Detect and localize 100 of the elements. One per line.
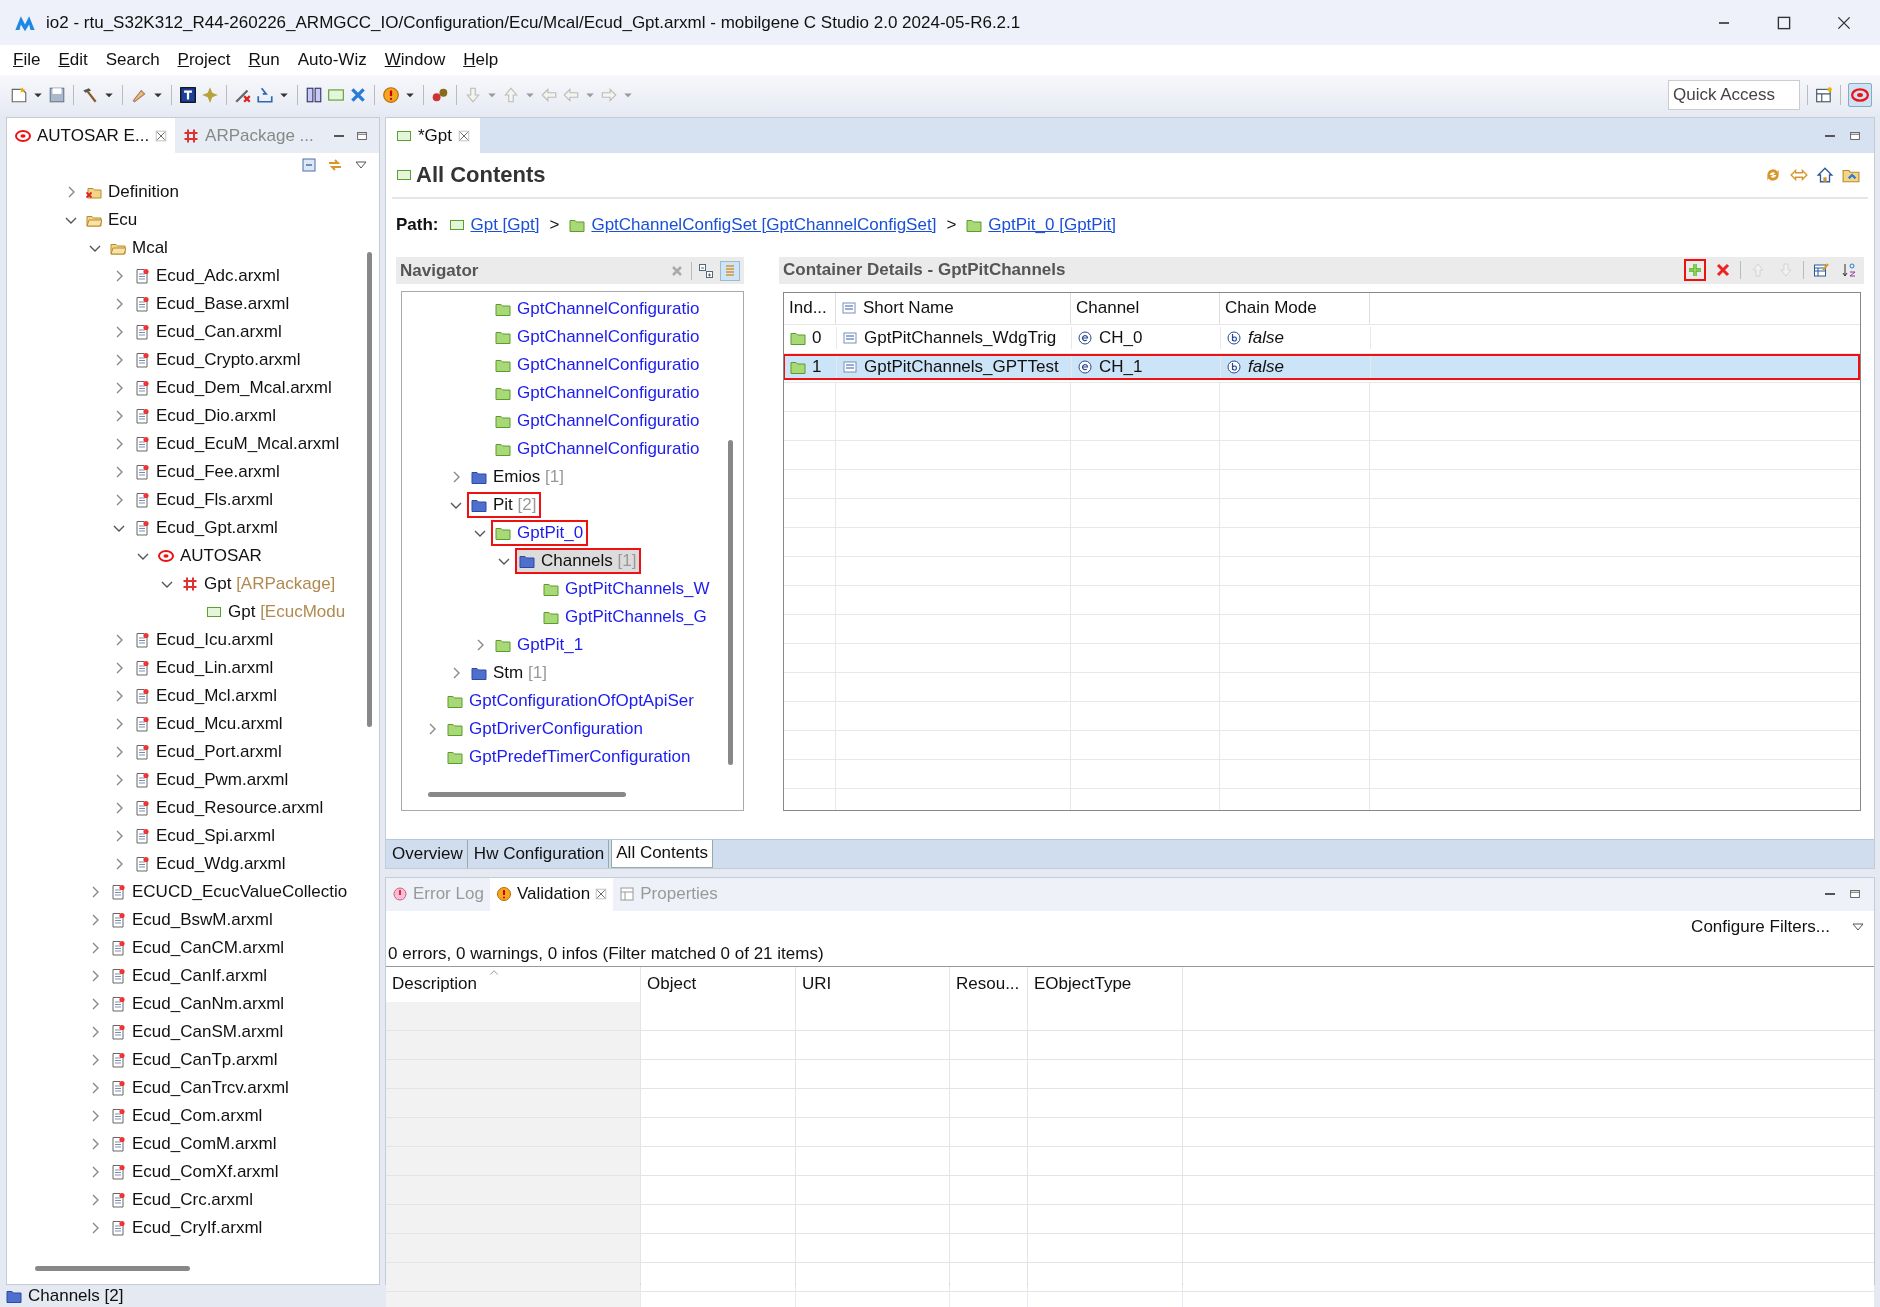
tree-item[interactable]: GptPredefTimerConfiguration: [443, 744, 696, 770]
link-icon[interactable]: [327, 157, 343, 173]
tree-item[interactable]: Emios [1]: [467, 464, 569, 490]
hammer-icon[interactable]: [81, 86, 99, 104]
column-header[interactable]: Channel: [1071, 292, 1220, 324]
collapse-all-icon[interactable]: [301, 157, 317, 173]
column-header[interactable]: Short Name: [836, 292, 1071, 324]
new-file-icon[interactable]: [10, 86, 28, 104]
menu-item[interactable]: Project: [168, 50, 240, 70]
tree-item[interactable]: GptConfigurationOfOptApiSer: [443, 688, 699, 714]
tree-item[interactable]: GptChannelConfiguratio: [491, 296, 705, 322]
save-icon[interactable]: [48, 86, 66, 104]
tree-item[interactable]: Ecud_Icu.arxml: [130, 627, 279, 653]
minimize-icon[interactable]: [1824, 134, 1836, 137]
tree-item[interactable]: Ecud_Lin.arxml: [130, 655, 279, 681]
close-icon[interactable]: [595, 888, 608, 901]
panel-tab[interactable]: Validation: [489, 877, 614, 911]
tree-item[interactable]: Ecud_ComXf.arxml: [106, 1159, 284, 1185]
menu-item[interactable]: Run: [239, 50, 289, 70]
star-icon[interactable]: [201, 86, 219, 104]
tree-item[interactable]: Ecud_Spi.arxml: [130, 823, 281, 849]
tree-item[interactable]: Ecud_Can.arxml: [130, 319, 287, 345]
tree-item[interactable]: Ecud_CanTp.arxml: [106, 1047, 283, 1073]
tree-item[interactable]: Ecud_Crc.arxml: [106, 1187, 258, 1213]
sync-icon[interactable]: [1764, 166, 1782, 184]
tree-item[interactable]: Ecud_Fee.arxml: [130, 459, 285, 485]
scrollbar-thumb[interactable]: [428, 792, 626, 797]
editor-tab[interactable]: *Gpt: [386, 118, 481, 153]
tree-item[interactable]: Ecud_ComM.arxml: [106, 1131, 282, 1157]
column-header[interactable]: Chain Mode: [1220, 292, 1370, 324]
square-icon[interactable]: [179, 86, 197, 104]
close-icon[interactable]: [458, 129, 471, 142]
tree-item[interactable]: GptDriverConfiguration: [443, 716, 648, 742]
gears-icon[interactable]: [431, 86, 449, 104]
tree-item[interactable]: Ecud_Mcu.arxml: [130, 711, 288, 737]
ring-icon[interactable]: [1851, 86, 1869, 104]
quick-access-field[interactable]: Quick Access: [1668, 80, 1800, 110]
tree-item[interactable]: GptChannelConfiguratio: [491, 436, 705, 462]
scrollbar-thumb[interactable]: [728, 440, 733, 765]
tree-item[interactable]: Ecud_CanNm.arxml: [106, 991, 290, 1017]
column-header[interactable]: URI: [796, 966, 949, 1002]
tree-item[interactable]: GptPit_0: [491, 520, 589, 546]
tree-item[interactable]: Ecud_Crypto.arxml: [130, 347, 306, 373]
tree-item[interactable]: Channels [1]: [515, 548, 642, 574]
tree-item[interactable]: ECUCD_EcucValueCollectio: [106, 879, 353, 905]
tree-item[interactable]: Ecud_Fls.arxml: [130, 487, 279, 513]
menu-item[interactable]: Edit: [49, 50, 97, 70]
expand-all-icon[interactable]: [698, 262, 714, 279]
tree-item[interactable]: Gpt [ARPackage]: [178, 571, 341, 597]
menu-item[interactable]: Search: [96, 50, 169, 70]
perspective-icon[interactable]: [1815, 86, 1833, 104]
tree-item[interactable]: Ecud_Gpt.arxml: [130, 515, 283, 541]
menu-item[interactable]: Auto-Wiz: [288, 50, 376, 70]
page-tab[interactable]: All Contents: [611, 839, 713, 868]
tree-item[interactable]: Ecud_BswM.arxml: [106, 907, 278, 933]
minimize-icon[interactable]: [1824, 893, 1836, 896]
tree-item[interactable]: Stm [1]: [467, 660, 552, 686]
tree-item[interactable]: GptPitChannels_G: [539, 604, 712, 630]
minimize-icon[interactable]: [333, 134, 345, 137]
panel-tab[interactable]: AUTOSAR E...: [7, 118, 176, 153]
tree-item[interactable]: Mcal: [106, 235, 173, 261]
column-header[interactable]: Object: [641, 966, 795, 1002]
tree-item[interactable]: Ecud_Base.arxml: [130, 291, 295, 317]
tree-item[interactable]: Ecud_CanIf.arxml: [106, 963, 273, 989]
tree-item[interactable]: GptChannelConfiguratio: [491, 408, 705, 434]
home-icon[interactable]: [1816, 166, 1834, 184]
tree-item[interactable]: Ecud_Mcl.arxml: [130, 683, 282, 709]
close-icon[interactable]: [155, 129, 168, 142]
tree-item[interactable]: Ecud_Port.arxml: [130, 739, 287, 765]
tree-item[interactable]: Ecud_Resource.arxml: [130, 795, 329, 821]
tree-item[interactable]: Ecu: [82, 207, 143, 233]
scrollbar-thumb[interactable]: [35, 1266, 190, 1271]
columns-icon[interactable]: [305, 86, 323, 104]
warning-icon[interactable]: [382, 86, 400, 104]
column-header[interactable]: Description: [386, 966, 640, 1002]
tree-item[interactable]: Ecud_EcuM_Mcal.arxml: [130, 431, 345, 457]
configure-filters-link[interactable]: Configure Filters...: [1691, 916, 1830, 937]
tree-item[interactable]: Ecud_CanTrcv.arxml: [106, 1075, 294, 1101]
breadcrumb-link[interactable]: GptChannelConfigSet [GptChannelConfigSet]: [591, 215, 937, 235]
menu-item[interactable]: File: [4, 50, 50, 70]
tree-item[interactable]: Ecud_Adc.arxml: [130, 263, 285, 289]
column-header[interactable]: Resou...: [950, 966, 1027, 1002]
tree-item[interactable]: Ecud_CryIf.arxml: [106, 1215, 268, 1241]
breadcrumb-link[interactable]: GptPit_0 [GptPit]: [988, 215, 1116, 235]
table-row[interactable]: 1 GptPitChannels_GPTTest CH_1 false: [784, 353, 1860, 380]
column-header[interactable]: Ind...: [784, 292, 836, 324]
breadcrumb-link[interactable]: Gpt [Gpt]: [470, 215, 540, 235]
tree-item[interactable]: Ecud_CanCM.arxml: [106, 935, 290, 961]
tree-item[interactable]: Ecud_Pwm.arxml: [130, 767, 294, 793]
tree-item[interactable]: Pit [2]: [467, 492, 542, 518]
column-header[interactable]: EObjectType: [1028, 966, 1182, 1002]
tree-item[interactable]: GptChannelConfiguratio: [491, 380, 705, 406]
tree-item[interactable]: Ecud_Dio.arxml: [130, 403, 281, 429]
add-button[interactable]: [1684, 259, 1706, 282]
tree-item[interactable]: Ecud_Dem_Mcal.arxml: [130, 375, 337, 401]
table-row[interactable]: 0 GptPitChannels_WdgTrig CH_0 false: [784, 324, 1860, 351]
tree-item[interactable]: GptChannelConfiguratio: [491, 324, 705, 350]
tree-item[interactable]: GptPit_1: [491, 632, 589, 658]
tree-item[interactable]: Definition: [82, 179, 184, 205]
tree-item[interactable]: Gpt [EcucModu: [202, 599, 351, 625]
